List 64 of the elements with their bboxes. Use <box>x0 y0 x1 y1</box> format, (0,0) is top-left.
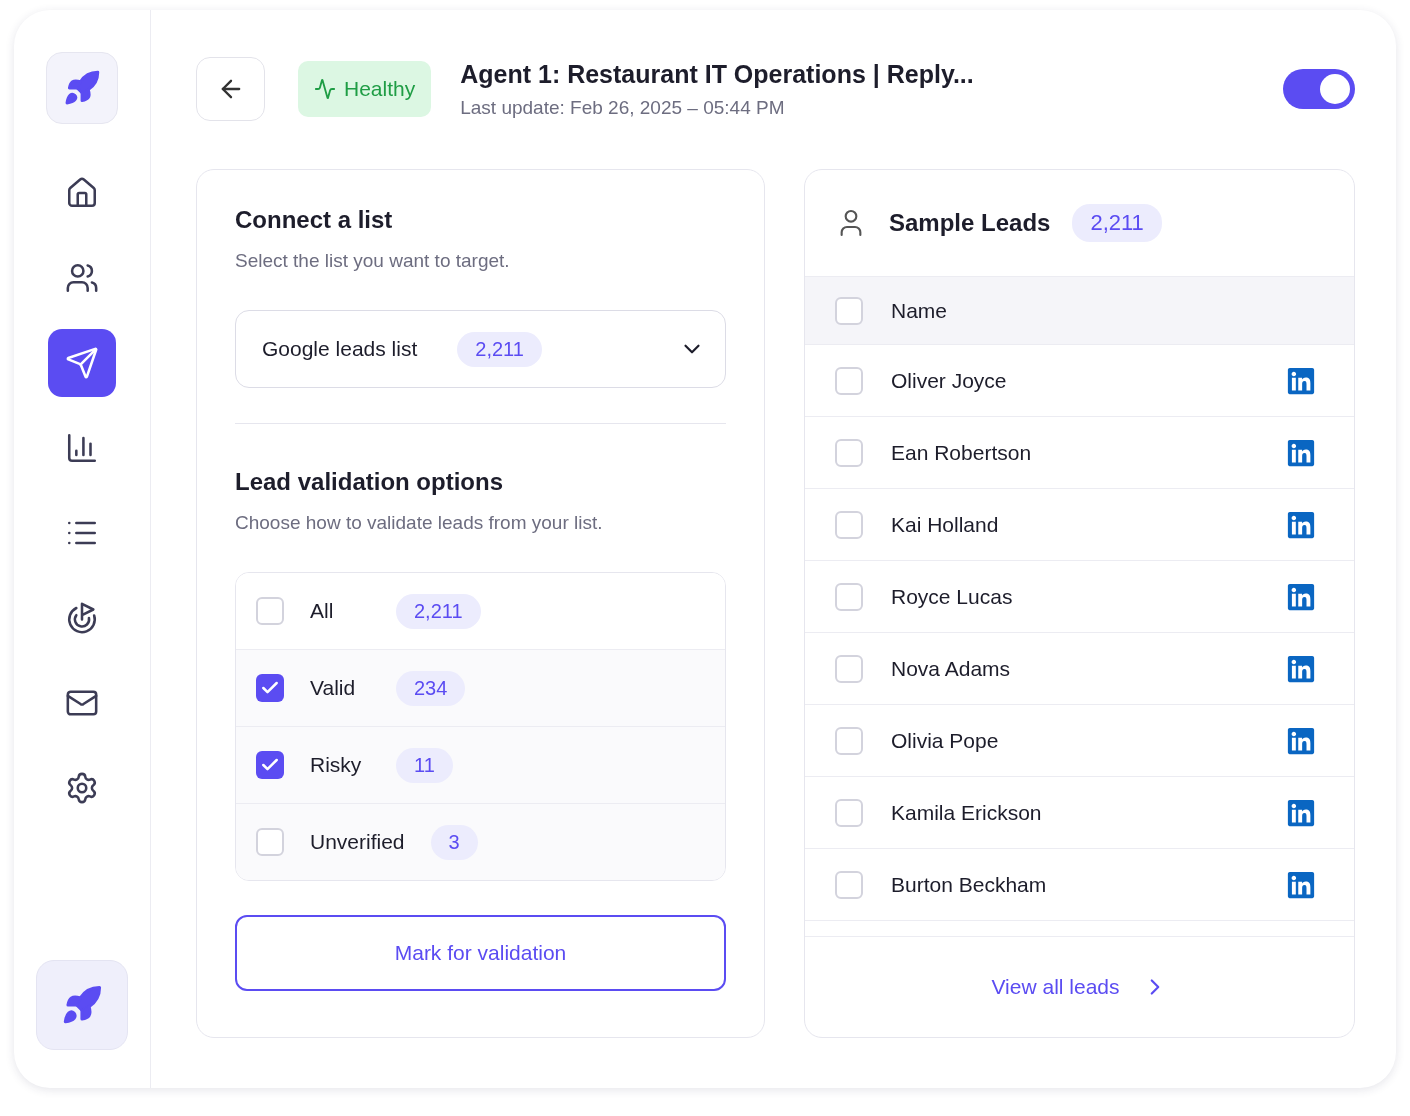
lead-name: Burton Beckham <box>891 872 1048 897</box>
sidebar-item[interactable] <box>48 329 116 397</box>
column-header: Name <box>891 298 949 323</box>
checkbox[interactable] <box>835 296 863 325</box>
checkbox[interactable] <box>835 654 863 683</box>
section-title: Connect a list <box>235 206 394 234</box>
lead-name: Kamila Erickson <box>891 800 1043 825</box>
lead-name: Oliver Joyce <box>891 368 1008 393</box>
count-badge: 3 <box>430 824 478 860</box>
logo[interactable] <box>46 52 118 124</box>
settings-icon <box>65 771 99 805</box>
lead-name: Nova Adams <box>891 656 1012 681</box>
lead-name: Ean Robertson <box>891 440 1033 465</box>
checkbox[interactable] <box>256 674 284 702</box>
toggle-switch[interactable] <box>1283 69 1355 109</box>
linkedin-icon[interactable] <box>1286 509 1316 540</box>
lead-name: Royce Lucas <box>891 584 1014 609</box>
lead-name: Olivia Pope <box>891 728 1000 753</box>
checkbox[interactable] <box>256 751 284 779</box>
rocket-icon <box>63 69 101 107</box>
checkbox[interactable] <box>835 870 863 899</box>
option-label: Unverified <box>310 830 405 854</box>
linkedin-icon[interactable] <box>1286 725 1316 756</box>
option-label: Valid <box>310 676 357 700</box>
bar-chart-icon <box>65 431 99 465</box>
rocket-icon <box>61 984 103 1026</box>
linkedin-icon[interactable] <box>1286 581 1316 612</box>
checkbox[interactable] <box>835 366 863 395</box>
count-badge: 2,211 <box>457 331 542 367</box>
linkedin-icon[interactable] <box>1286 437 1316 468</box>
home-icon <box>65 176 99 210</box>
last-update: Last update: Feb 26, 2025 – 05:44 PM <box>460 96 786 119</box>
count-badge: 11 <box>396 747 453 783</box>
option-label: All <box>310 599 335 623</box>
count-badge: 234 <box>396 670 466 706</box>
page-title: Agent 1: Restaurant IT Operations | Reply... <box>460 59 975 89</box>
checkbox[interactable] <box>835 510 863 539</box>
checkbox[interactable] <box>256 597 284 625</box>
section-subtitle: Choose how to validate leads from your list. <box>235 512 604 534</box>
view-all-link[interactable]: View all leads <box>991 974 1168 1000</box>
linkedin-icon[interactable] <box>1286 653 1316 684</box>
linkedin-icon[interactable] <box>1286 869 1316 900</box>
status-label: Healthy <box>344 77 416 101</box>
count-badge: 2,211 <box>1072 204 1162 242</box>
option-label: Risky <box>310 753 363 777</box>
lead-name: Kai Holland <box>891 512 1000 537</box>
mark-for-validation-button[interactable]: Mark for validation <box>235 915 726 991</box>
launch-button[interactable] <box>36 960 128 1050</box>
card-title: Sample Leads <box>889 209 1051 237</box>
users-icon <box>65 261 99 295</box>
linkedin-icon[interactable] <box>1286 797 1316 828</box>
checkbox[interactable] <box>835 798 863 827</box>
section-subtitle: Select the list you want to target. <box>235 250 511 272</box>
count-badge: 2,211 <box>396 593 481 629</box>
list-dropdown[interactable]: Google leads list 2,211 <box>235 310 726 388</box>
checkbox[interactable] <box>835 438 863 467</box>
target-icon <box>65 601 99 635</box>
checkbox[interactable] <box>256 828 284 856</box>
checkbox[interactable] <box>835 726 863 755</box>
checkbox[interactable] <box>835 582 863 611</box>
linkedin-icon[interactable] <box>1286 365 1316 396</box>
pulse-icon <box>314 78 336 100</box>
section-title: Lead validation options <box>235 468 505 496</box>
paper-plane-icon <box>65 346 99 380</box>
